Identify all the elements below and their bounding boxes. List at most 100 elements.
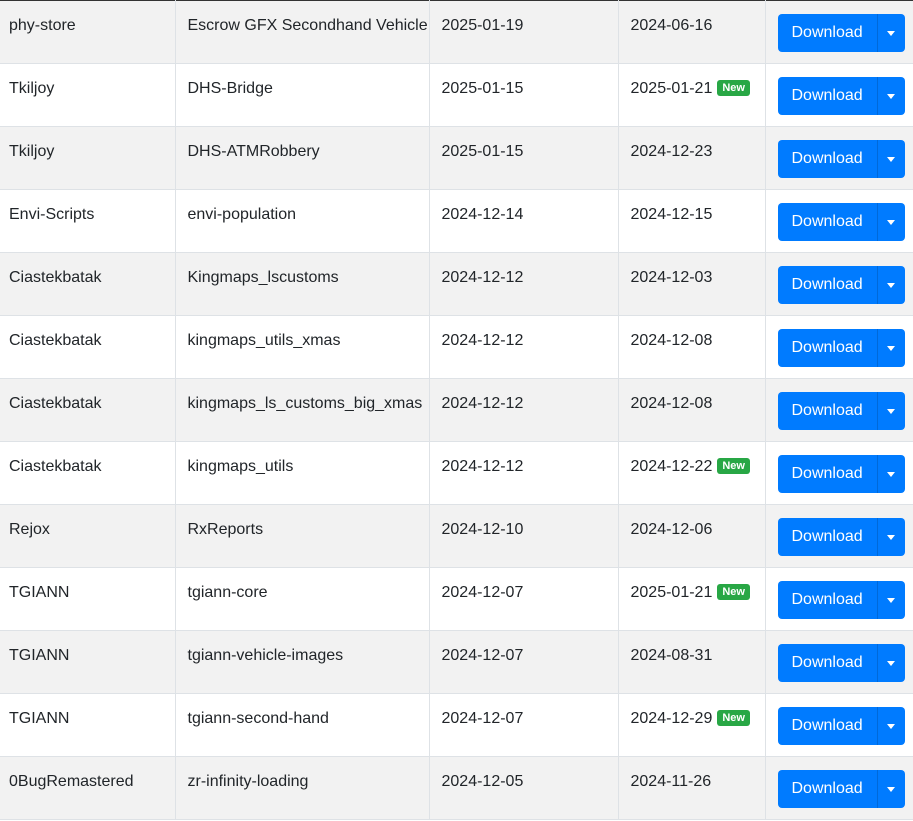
- download-button[interactable]: Download: [777, 581, 877, 619]
- author-text: Ciastekbatak: [9, 332, 102, 349]
- released-date-cell: 2024-12-07: [429, 567, 619, 631]
- released-date-cell: 2025-01-15: [429, 63, 619, 127]
- new-badge: New: [717, 710, 750, 726]
- download-dropdown-toggle[interactable]: [876, 140, 905, 178]
- download-button[interactable]: Download: [777, 140, 877, 178]
- resource-name-cell: DHS-ATMRobbery: [175, 126, 430, 190]
- download-button[interactable]: Download: [777, 203, 877, 241]
- download-button-group: Download: [777, 392, 905, 430]
- download-dropdown-toggle[interactable]: [876, 581, 905, 619]
- updated-date-cell: 2024-12-22 New: [618, 441, 766, 505]
- released-date-text: 2024-12-07: [441, 647, 524, 664]
- table-row: Tkiljoy DHS-Bridge 2025-01-15 2025-01-21…: [0, 63, 913, 127]
- download-dropdown-toggle[interactable]: [876, 455, 905, 493]
- resource-name-cell: tgiann-second-hand: [175, 693, 430, 757]
- table-row: TGIANN tgiann-vehicle-images 2024-12-07 …: [0, 630, 913, 694]
- resource-name-text: zr-infinity-loading: [187, 773, 309, 790]
- author-text: Envi-Scripts: [9, 206, 95, 223]
- resource-name-cell: kingmaps_utils: [175, 441, 430, 505]
- updated-date-text: 2024-12-03: [630, 269, 713, 286]
- released-date-text: 2025-01-15: [441, 143, 524, 160]
- resource-name-text: tgiann-vehicle-images: [187, 647, 344, 664]
- caret-down-icon: [887, 30, 896, 36]
- download-button[interactable]: Download: [777, 329, 877, 367]
- resources-table: phy-store Escrow GFX Secondhand Vehicle …: [0, 0, 913, 820]
- download-button[interactable]: Download: [777, 518, 877, 556]
- updated-date-cell: 2024-12-08: [618, 378, 766, 442]
- actions-cell: Download: [765, 630, 913, 694]
- released-date-text: 2024-12-07: [441, 710, 524, 727]
- download-button-group: Download: [777, 581, 905, 619]
- author-cell: Tkiljoy: [0, 63, 176, 127]
- caret-down-icon: [887, 93, 896, 99]
- download-button[interactable]: Download: [777, 770, 877, 808]
- download-dropdown-toggle[interactable]: [876, 77, 905, 115]
- updated-date-cell: 2025-01-21 New: [618, 63, 766, 127]
- released-date-text: 2024-12-12: [441, 395, 524, 412]
- table-body: phy-store Escrow GFX Secondhand Vehicle …: [0, 0, 913, 820]
- download-button-group: Download: [777, 518, 905, 556]
- author-cell: Tkiljoy: [0, 126, 176, 190]
- download-button[interactable]: Download: [777, 392, 877, 430]
- resource-name-text: RxReports: [187, 521, 264, 538]
- author-cell: Ciastekbatak: [0, 378, 176, 442]
- updated-date-cell: 2025-01-21 New: [618, 567, 766, 631]
- resource-name-text: kingmaps_utils: [187, 458, 294, 475]
- download-button-group: Download: [777, 770, 905, 808]
- new-badge: New: [717, 80, 750, 96]
- download-dropdown-toggle[interactable]: [876, 644, 905, 682]
- resource-name-text: DHS-ATMRobbery: [187, 143, 320, 160]
- author-cell: TGIANN: [0, 693, 176, 757]
- download-button[interactable]: Download: [777, 266, 877, 304]
- download-button[interactable]: Download: [777, 14, 877, 52]
- download-button-group: Download: [777, 266, 905, 304]
- caret-down-icon: [887, 282, 896, 288]
- download-dropdown-toggle[interactable]: [876, 392, 905, 430]
- actions-cell: Download: [765, 756, 913, 820]
- download-dropdown-toggle[interactable]: [876, 203, 905, 241]
- download-button-group: Download: [777, 203, 905, 241]
- updated-date-cell: 2024-12-06: [618, 504, 766, 568]
- actions-cell: Download: [765, 693, 913, 757]
- download-dropdown-toggle[interactable]: [876, 518, 905, 556]
- download-dropdown-toggle[interactable]: [876, 707, 905, 745]
- released-date-cell: 2025-01-15: [429, 126, 619, 190]
- updated-date-text: 2024-12-29: [630, 710, 713, 727]
- author-cell: 0BugRemastered: [0, 756, 176, 820]
- updated-date-text: 2024-12-08: [630, 395, 713, 412]
- resource-name-text: tgiann-second-hand: [187, 710, 329, 727]
- updated-date-cell: 2024-12-15: [618, 189, 766, 253]
- download-button[interactable]: Download: [777, 455, 877, 493]
- resource-name-text: Escrow GFX Secondhand Vehicle: [187, 17, 428, 34]
- download-dropdown-toggle[interactable]: [876, 14, 905, 52]
- download-button[interactable]: Download: [777, 644, 877, 682]
- released-date-text: 2024-12-14: [441, 206, 524, 223]
- table-row: phy-store Escrow GFX Secondhand Vehicle …: [0, 0, 913, 64]
- released-date-cell: 2024-12-07: [429, 693, 619, 757]
- download-button-group: Download: [777, 455, 905, 493]
- author-cell: Envi-Scripts: [0, 189, 176, 253]
- released-date-text: 2024-12-10: [441, 521, 524, 538]
- author-cell: Ciastekbatak: [0, 441, 176, 505]
- download-button[interactable]: Download: [777, 77, 877, 115]
- resource-name-cell: tgiann-vehicle-images: [175, 630, 430, 694]
- download-button[interactable]: Download: [777, 707, 877, 745]
- download-dropdown-toggle[interactable]: [876, 329, 905, 367]
- caret-down-icon: [887, 219, 896, 225]
- download-dropdown-toggle[interactable]: [876, 266, 905, 304]
- updated-date-text: 2024-12-15: [630, 206, 713, 223]
- table-row: Envi-Scripts envi-population 2024-12-14 …: [0, 189, 913, 253]
- author-cell: TGIANN: [0, 567, 176, 631]
- actions-cell: Download: [765, 126, 913, 190]
- download-dropdown-toggle[interactable]: [876, 770, 905, 808]
- author-text: Ciastekbatak: [9, 458, 102, 475]
- released-date-cell: 2024-12-05: [429, 756, 619, 820]
- updated-date-text: 2024-11-26: [630, 773, 712, 790]
- actions-cell: Download: [765, 252, 913, 316]
- actions-cell: Download: [765, 315, 913, 379]
- released-date-cell: 2024-12-12: [429, 441, 619, 505]
- new-badge: New: [717, 584, 750, 600]
- actions-cell: Download: [765, 378, 913, 442]
- actions-cell: Download: [765, 63, 913, 127]
- table-row: TGIANN tgiann-core 2024-12-07 2025-01-21…: [0, 567, 913, 631]
